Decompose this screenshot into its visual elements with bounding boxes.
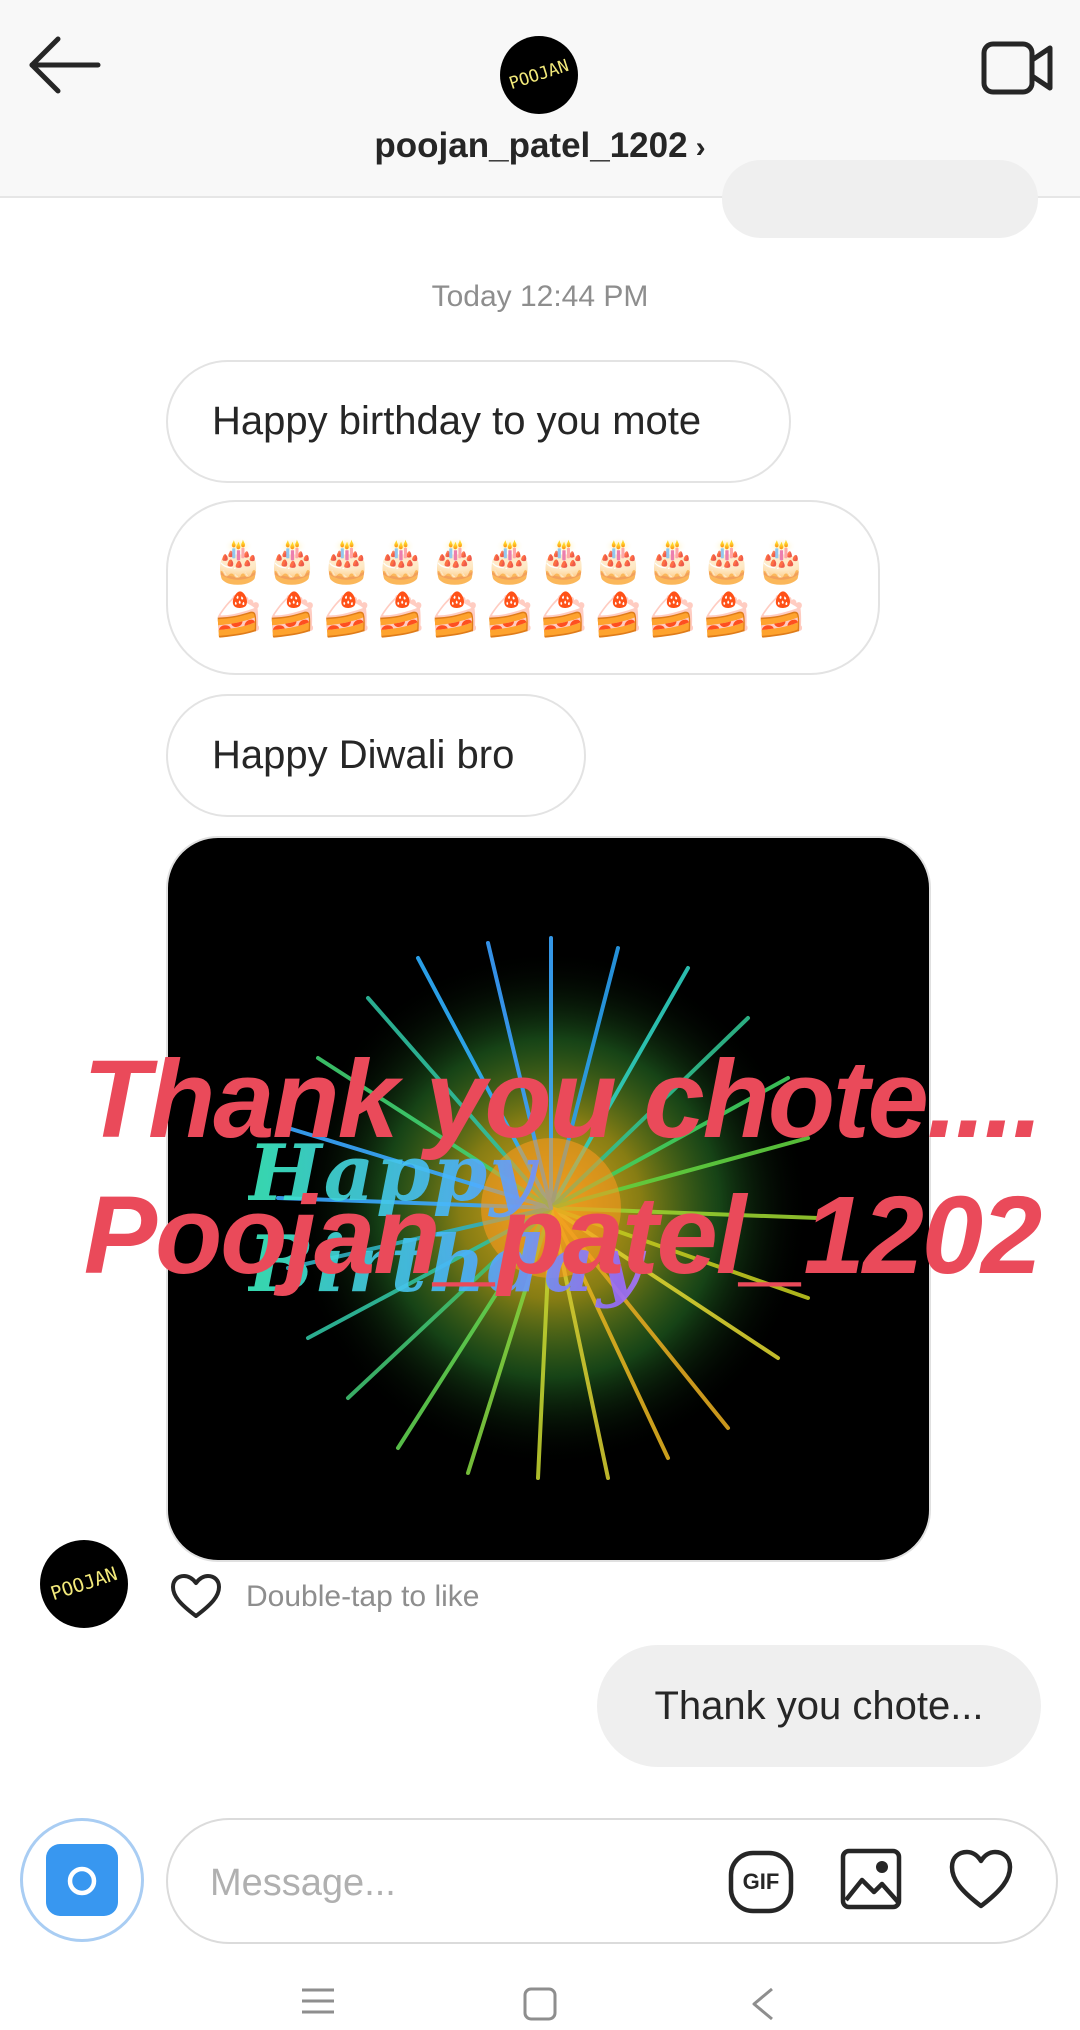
incoming-message[interactable]: Happy birthday to you mote	[166, 360, 791, 483]
overlay-text-line-1: Thank you chote....	[82, 1038, 1043, 1161]
message-text: Happy Diwali bro	[212, 733, 515, 777]
incoming-message[interactable]: Happy Diwali bro	[166, 694, 586, 817]
back-icon[interactable]	[748, 1986, 778, 2022]
message-text: Thank you chote...	[654, 1683, 984, 1728]
outgoing-message[interactable]: Thank you chote...	[597, 1645, 1041, 1767]
message-emoji-text: 🎂🎂🎂🎂🎂🎂🎂🎂🎂🎂🎂🍰🍰🍰🍰🍰🍰🍰🍰🍰🍰🍰	[212, 536, 810, 638]
camera-button[interactable]	[20, 1818, 144, 1942]
message-text: Happy birthday to you mote	[212, 399, 702, 443]
message-composer: GIF	[166, 1818, 1058, 1944]
double-tap-hint: Double-tap to like	[246, 1580, 480, 1613]
heart-icon[interactable]	[170, 1574, 222, 1620]
message-input[interactable]	[208, 1846, 692, 1920]
like-row: Double-tap to like	[170, 1572, 479, 1622]
incoming-message[interactable]: 🎂🎂🎂🎂🎂🎂🎂🎂🎂🎂🎂🍰🍰🍰🍰🍰🍰🍰🍰🍰🍰🍰	[166, 500, 880, 675]
back-arrow-icon	[29, 36, 101, 94]
gallery-icon	[840, 1848, 902, 1910]
chevron-right-icon: ›	[695, 131, 706, 164]
video-call-icon	[981, 41, 1053, 95]
overlay-text-line-2: Poojan_patel_1202	[83, 1174, 1042, 1297]
menu-icon[interactable]	[300, 1986, 336, 2016]
video-call-button[interactable]	[980, 36, 1056, 100]
previous-message-bubble	[722, 160, 1038, 238]
username-label: poojan_patel_1202	[374, 126, 688, 165]
header-avatar[interactable]: POOJAN	[500, 36, 578, 114]
avatar-logo-text: POOJAN	[506, 56, 572, 95]
dm-thread-screen: POOJAN poojan_patel_1202 › Today 12:44 PM…	[0, 0, 1080, 2030]
message-timestamp: Today 12:44 PM	[431, 280, 649, 313]
like-button[interactable]	[948, 1848, 1014, 1912]
camera-icon	[46, 1844, 118, 1916]
system-nav-bar	[0, 1972, 1080, 2030]
avatar-logo-text: POOJAN	[47, 1562, 121, 1606]
gif-label: GIF	[742, 1869, 780, 1894]
gallery-button[interactable]	[840, 1848, 902, 1910]
back-button[interactable]	[26, 30, 106, 100]
heart-icon	[949, 1849, 1013, 1909]
home-icon[interactable]	[522, 1986, 558, 2022]
gif-button[interactable]: GIF	[728, 1850, 794, 1914]
sender-avatar[interactable]: POOJAN	[40, 1540, 128, 1628]
